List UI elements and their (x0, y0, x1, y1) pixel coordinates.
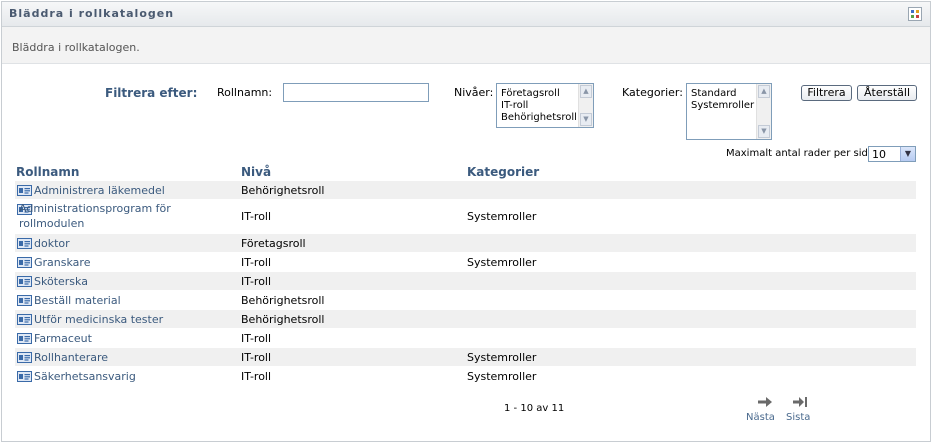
role-name-link[interactable]: Beställ material (34, 293, 121, 308)
role-categories: Systemroller (467, 370, 537, 383)
role-name-link[interactable]: Granskare (34, 255, 90, 270)
scroll-down-icon[interactable]: ▼ (758, 125, 770, 138)
table-row: Administrationsprogram för rollmodulen IT-… (15, 200, 916, 233)
role-name-link[interactable]: Sköterska (34, 274, 88, 289)
arrow-right-icon (758, 397, 772, 407)
role-level: IT-roll (241, 370, 272, 383)
role-name-input[interactable] (283, 83, 429, 102)
levels-listbox[interactable]: Företagsroll IT-roll Behörighetsroll ▲ ▼ (496, 83, 594, 128)
panel-title: Bläddra i rollkatalogen (9, 7, 175, 20)
role-categories: Systemroller (467, 256, 537, 269)
table-row: doktor Företagsroll (15, 234, 916, 252)
arrow-last-icon (793, 397, 807, 407)
role-icon (17, 314, 32, 325)
table-row: Utför medicinska tester Behörighetsroll (15, 310, 916, 328)
panel-description: Bläddra i rollkatalogen. (12, 41, 140, 54)
reset-button[interactable]: Återställ (857, 85, 917, 101)
role-level: Behörighetsroll (241, 313, 325, 326)
scroll-up-icon[interactable]: ▲ (758, 85, 770, 98)
role-name-label: Rollnamn: (217, 86, 273, 99)
panel-titlebar: Bläddra i rollkatalogen (2, 2, 930, 27)
role-level: IT-roll (241, 256, 272, 269)
role-level: IT-roll (241, 332, 272, 345)
categories-label: Kategorier: (622, 86, 683, 99)
next-page-label: Nästa (746, 412, 775, 423)
levels-option[interactable]: Behörighetsroll (501, 112, 577, 124)
scroll-down-icon[interactable]: ▼ (580, 113, 592, 126)
table-row: Rollhanterare IT-roll Systemroller (15, 348, 916, 366)
table-row: Administrera läkemedel Behörighetsroll (15, 181, 916, 199)
table-row: Farmaceut IT-roll (15, 329, 916, 347)
table-row: Granskare IT-roll Systemroller (15, 253, 916, 271)
scroll-up-icon[interactable]: ▲ (580, 85, 592, 98)
role-name-link[interactable]: Utför medicinska tester (34, 312, 163, 327)
role-level: IT-roll (241, 351, 272, 364)
panel-menu-icon[interactable] (908, 7, 922, 21)
role-name-link[interactable]: Administrera läkemedel (34, 183, 165, 198)
filter-button[interactable]: Filtrera (801, 85, 852, 101)
role-level: IT-roll (241, 275, 272, 288)
last-page-label: Sista (786, 412, 811, 423)
role-level: Företagsroll (241, 237, 306, 250)
role-name-link[interactable]: Rollhanterare (34, 350, 108, 365)
role-name-line: Administrationsprogram för (19, 202, 171, 215)
table-row: Säkerhetsansvarig IT-roll Systemroller (15, 367, 916, 385)
categories-option[interactable]: Systemroller (691, 100, 754, 112)
role-level: Behörighetsroll (241, 184, 325, 197)
max-rows-select[interactable]: 10 ▼ (868, 146, 916, 162)
description-band: Bläddra i rollkatalogen. (2, 27, 930, 64)
column-header-categories[interactable]: Kategorier (467, 165, 539, 179)
categories-listbox[interactable]: Standard Systemroller ▲ ▼ (686, 83, 772, 140)
levels-option[interactable]: IT-roll (501, 100, 528, 112)
role-level: Behörighetsroll (241, 294, 325, 307)
role-icon (17, 333, 32, 344)
table-row: Sköterska IT-roll (15, 272, 916, 290)
table-row: Beställ material Behörighetsroll (15, 291, 916, 309)
categories-option[interactable]: Standard (691, 88, 737, 100)
max-rows-value: 10 (872, 148, 886, 161)
role-icon (17, 257, 32, 268)
role-icon (17, 276, 32, 287)
pager-info: 1 - 10 av 11 (504, 403, 565, 414)
role-icon (17, 238, 32, 249)
role-name-line: rollmodulen (19, 217, 85, 230)
filter-heading: Filtrera efter: (105, 86, 198, 100)
role-name-link[interactable]: Säkerhetsansvarig (34, 369, 136, 384)
role-icon (17, 295, 32, 306)
role-icon (17, 352, 32, 363)
categories-scrollbar[interactable]: ▲ ▼ (756, 84, 771, 139)
role-level: IT-roll (241, 210, 272, 223)
role-icon (17, 185, 32, 196)
role-name-link[interactable]: doktor (34, 236, 70, 251)
role-categories: Systemroller (467, 351, 537, 364)
role-icon (17, 371, 32, 382)
column-header-level[interactable]: Nivå (241, 165, 271, 179)
levels-scrollbar[interactable]: ▲ ▼ (578, 84, 593, 127)
role-name-link[interactable]: Farmaceut (34, 331, 92, 346)
role-categories: Systemroller (467, 210, 537, 223)
max-rows-label: Maximalt antal rader per sida (726, 148, 874, 159)
role-name-link[interactable]: Administrationsprogram för rollmodulen (19, 201, 171, 231)
levels-label: Nivåer: (454, 86, 494, 99)
chevron-down-icon[interactable]: ▼ (900, 147, 915, 161)
levels-option[interactable]: Företagsroll (501, 88, 560, 100)
column-header-name[interactable]: Rollnamn (16, 165, 79, 179)
